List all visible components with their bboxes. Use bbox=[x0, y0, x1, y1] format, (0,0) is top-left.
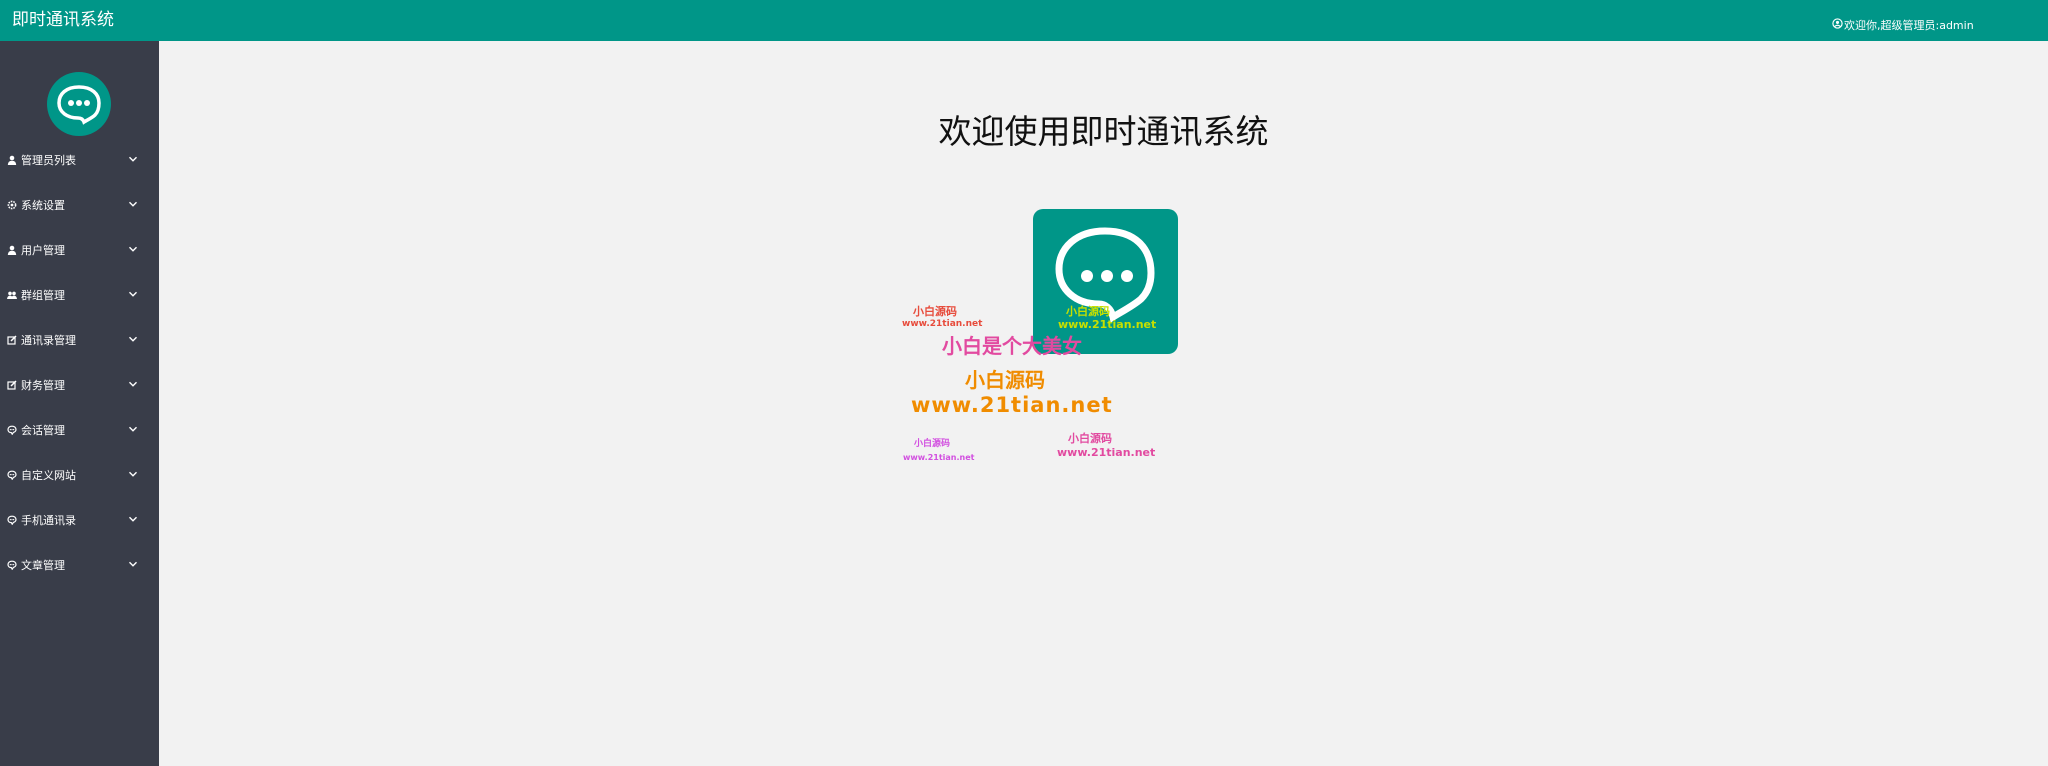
watermark-green-1: 小白源码 bbox=[1066, 305, 1110, 318]
watermark-orange-2: www.21tian.net bbox=[911, 393, 1113, 417]
sidebar-menu: 管理员列表系统设置用户管理群组管理通讯录管理财务管理会话管理自定义网站手机通讯录… bbox=[0, 137, 159, 587]
user-icon bbox=[7, 245, 17, 255]
sidebar-item-label: 会话管理 bbox=[21, 423, 65, 437]
watermark-pink-1: 小白源码 bbox=[1068, 432, 1112, 445]
watermark-green-2: www.21tian.net bbox=[1058, 318, 1157, 331]
edit-icon bbox=[7, 379, 17, 390]
sidebar-item-label: 用户管理 bbox=[21, 243, 65, 257]
edit-icon bbox=[7, 334, 17, 345]
chat-bubble-icon bbox=[47, 72, 111, 136]
chevron-down-icon[interactable] bbox=[128, 154, 138, 164]
sidebar-item-label: 手机通讯录 bbox=[21, 513, 76, 527]
chat-icon bbox=[7, 515, 17, 525]
chevron-down-icon[interactable] bbox=[128, 334, 138, 344]
top-header: 即时通讯系统 欢迎你,超级管理员:admin bbox=[0, 0, 2048, 41]
watermark-magenta-2: www.21tian.net bbox=[903, 453, 975, 462]
sidebar-item-2[interactable]: 系统设置 bbox=[0, 182, 159, 227]
sidebar-item-label: 自定义网站 bbox=[21, 468, 76, 482]
user-circle-icon bbox=[1832, 0, 1843, 51]
sidebar: 管理员列表系统设置用户管理群组管理通讯录管理财务管理会话管理自定义网站手机通讯录… bbox=[0, 41, 159, 766]
watermark-red-1: 小白源码 bbox=[913, 305, 957, 318]
chevron-down-icon[interactable] bbox=[128, 514, 138, 524]
app-title: 即时通讯系统 bbox=[12, 10, 114, 30]
chat-bubble-icon bbox=[1033, 209, 1178, 354]
sidebar-item-label: 文章管理 bbox=[21, 558, 65, 572]
sidebar-item-label: 财务管理 bbox=[21, 378, 65, 392]
users-icon bbox=[7, 290, 17, 300]
chevron-down-icon[interactable] bbox=[128, 424, 138, 434]
sidebar-item-3[interactable]: 用户管理 bbox=[0, 227, 159, 272]
chevron-down-icon[interactable] bbox=[128, 469, 138, 479]
chevron-down-icon[interactable] bbox=[128, 289, 138, 299]
sidebar-item-7[interactable]: 会话管理 bbox=[0, 407, 159, 452]
watermark-magenta-1: 小白源码 bbox=[914, 439, 951, 449]
chevron-down-icon[interactable] bbox=[128, 244, 138, 254]
sidebar-item-6[interactable]: 财务管理 bbox=[0, 362, 159, 407]
sidebar-item-8[interactable]: 自定义网站 bbox=[0, 452, 159, 497]
chat-icon bbox=[7, 470, 17, 480]
user-menu[interactable]: 欢迎你,超级管理员:admin bbox=[1832, 0, 1974, 51]
sidebar-item-1[interactable]: 管理员列表 bbox=[0, 137, 159, 182]
chevron-down-icon[interactable] bbox=[128, 379, 138, 389]
sidebar-item-9[interactable]: 手机通讯录 bbox=[0, 497, 159, 542]
sidebar-item-10[interactable]: 文章管理 bbox=[0, 542, 159, 587]
chat-icon bbox=[7, 560, 17, 570]
watermark-red-2: www.21tian.net bbox=[902, 319, 983, 329]
sidebar-item-label: 系统设置 bbox=[21, 198, 65, 212]
user-icon bbox=[7, 155, 17, 165]
sidebar-item-label: 通讯录管理 bbox=[21, 333, 76, 347]
user-greeting: 欢迎你,超级管理员:admin bbox=[1844, 19, 1974, 32]
chevron-down-icon[interactable] bbox=[128, 199, 138, 209]
watermark-pink-large: 小白是个大美女 bbox=[942, 334, 1082, 358]
chat-icon bbox=[7, 425, 17, 435]
sidebar-item-label: 管理员列表 bbox=[21, 153, 76, 167]
watermark-pink-2: www.21tian.net bbox=[1057, 446, 1156, 459]
page-title: 欢迎使用即时通讯系统 bbox=[938, 112, 1269, 151]
sidebar-item-5[interactable]: 通讯录管理 bbox=[0, 317, 159, 362]
watermark-orange-1: 小白源码 bbox=[965, 368, 1045, 392]
sidebar-item-label: 群组管理 bbox=[21, 288, 65, 302]
sidebar-item-4[interactable]: 群组管理 bbox=[0, 272, 159, 317]
gear-icon bbox=[7, 200, 17, 210]
chevron-down-icon[interactable] bbox=[128, 559, 138, 569]
